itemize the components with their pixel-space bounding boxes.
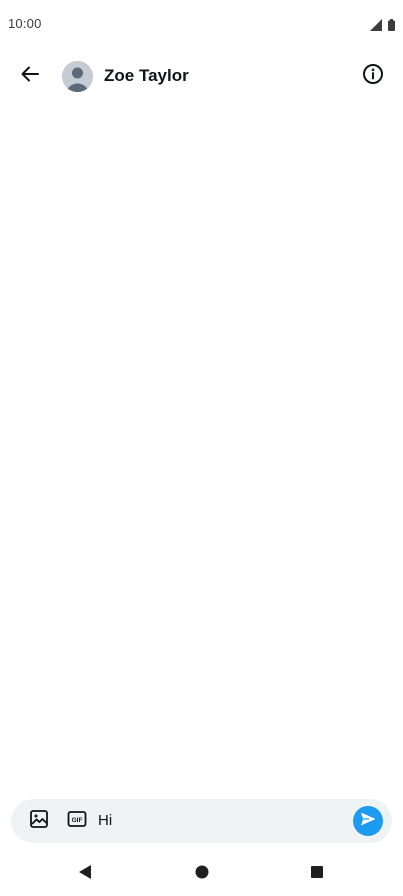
default-avatar-icon	[62, 61, 93, 92]
signal-icon	[370, 18, 382, 36]
conversation-info-button[interactable]	[361, 63, 385, 90]
image-icon	[29, 809, 49, 834]
info-icon	[362, 63, 384, 90]
add-gif-button[interactable]: GIF	[66, 810, 88, 832]
nav-back-button[interactable]	[75, 864, 95, 884]
send-icon	[359, 810, 377, 833]
contact-name[interactable]: Zoe Taylor	[104, 66, 189, 86]
system-nav-bar	[0, 852, 403, 896]
gif-icon: GIF	[67, 810, 87, 833]
message-list[interactable]	[0, 100, 403, 792]
avatar[interactable]	[62, 61, 93, 92]
nav-home-button[interactable]	[192, 864, 212, 884]
status-time: 10:00	[8, 16, 42, 31]
nav-recents-button[interactable]	[307, 864, 327, 884]
status-icons	[370, 18, 395, 36]
nav-home-icon	[194, 864, 210, 885]
arrow-left-icon	[20, 64, 40, 89]
message-composer: GIF Hi	[11, 799, 392, 843]
status-bar: 10:00	[0, 0, 403, 48]
nav-back-icon	[77, 864, 93, 885]
back-button[interactable]	[14, 60, 46, 92]
gif-icon-label: GIF	[72, 817, 83, 824]
conversation-header: Zoe Taylor	[0, 52, 403, 100]
battery-icon	[388, 18, 395, 36]
message-input[interactable]: Hi	[98, 811, 112, 831]
nav-recents-icon	[309, 864, 325, 885]
add-media-button[interactable]	[28, 809, 50, 834]
send-button[interactable]	[353, 806, 383, 836]
